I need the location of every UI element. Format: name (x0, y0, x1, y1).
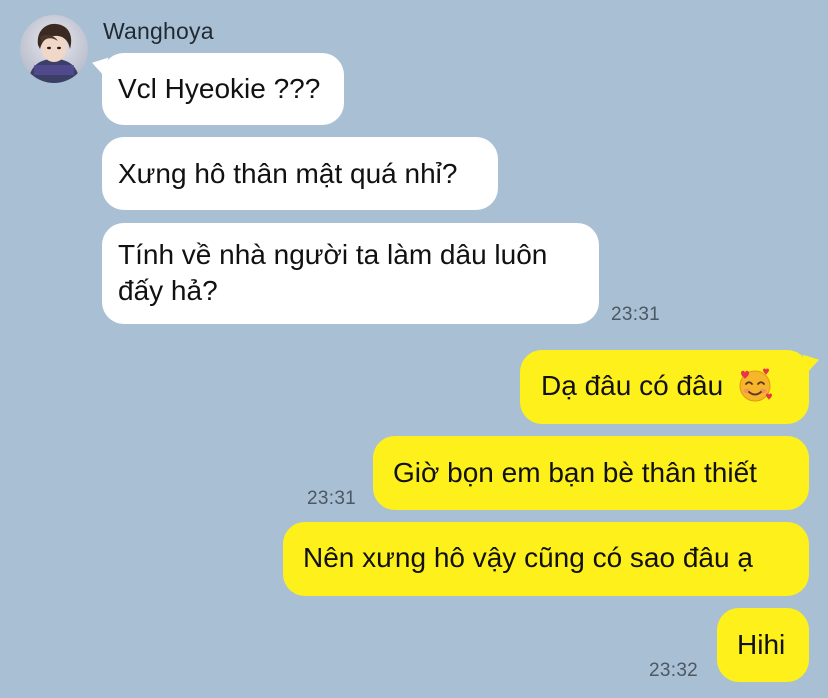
message-text: Vcl Hyeokie ??? (118, 73, 321, 104)
message-text: Giờ bọn em bạn bè thân thiết (393, 457, 757, 488)
incoming-message[interactable]: Vcl Hyeokie ??? (102, 53, 344, 125)
message-text: Xưng hô thân mật quá nhỉ? (118, 158, 458, 189)
profile-photo-icon (20, 15, 88, 83)
outgoing-message[interactable]: Nên xưng hô vậy cũng có sao đâu ạ (283, 522, 809, 596)
outgoing-message[interactable]: Giờ bọn em bạn bè thân thiết (373, 436, 809, 510)
message-text: Hihi (737, 629, 786, 660)
message-timestamp: 23:31 (611, 304, 661, 325)
outgoing-message[interactable]: Dạ đâu có đâu (520, 350, 809, 424)
message-text: Dạ đâu có đâu (541, 370, 724, 401)
message-timestamp: 23:31 (307, 488, 357, 509)
message-text-line: đấy hả? (118, 275, 218, 306)
sender-name: Wanghoya (103, 18, 214, 44)
message-text-line: Tính về nhà người ta làm dâu luôn (118, 239, 548, 270)
outgoing-message[interactable]: Hihi (717, 608, 809, 682)
incoming-message[interactable]: Xưng hô thân mật quá nhỉ? (102, 137, 498, 210)
incoming-message[interactable]: Tính về nhà người ta làm dâu luôn đấy hả… (102, 223, 599, 324)
message-timestamp: 23:32 (649, 660, 699, 681)
message-text: Nên xưng hô vậy cũng có sao đâu ạ (303, 542, 753, 573)
chat-window: Wanghoya Vcl Hyeokie ??? Xưng hô thân mậ… (0, 0, 828, 698)
smiling-face-with-hearts-icon (735, 365, 775, 405)
avatar[interactable] (20, 15, 88, 83)
